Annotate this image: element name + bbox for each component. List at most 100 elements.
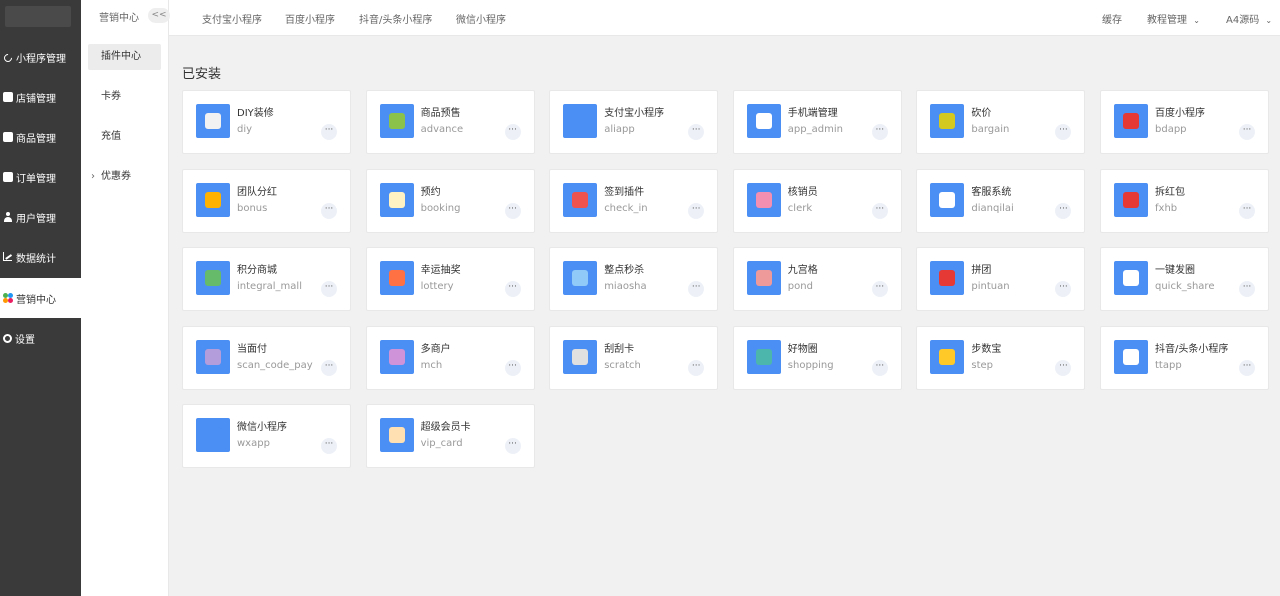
plugin-card-step[interactable]: 步数宝 step ··· [916,325,1086,390]
plugin-card-miaosha[interactable]: 整点秒杀 miaosha ··· [549,247,719,311]
tab-douyin[interactable]: 抖音/头条小程序 [359,11,432,26]
plugin-code: advance [420,124,464,135]
plugin-card-diy[interactable]: DIY装修 diy ··· [182,90,351,154]
cache-link[interactable]: 缓存 [1102,11,1122,26]
plugin-name: 拆红包 [1155,186,1185,198]
plugin-card-vip-card[interactable]: 超级会员卡 vip_card ··· [365,404,535,468]
subnav-item-coupons[interactable]: › 优惠券 [88,164,161,190]
plugin-glyph-icon [205,113,221,129]
subnav-item-recharge[interactable]: 充值 [88,124,161,150]
plugin-card-integral-mall[interactable]: 积分商城 integral_mall ··· [182,247,351,311]
plugin-card-bargain[interactable]: 砍价 bargain ··· [916,90,1086,154]
plugin-card-aliapp[interactable]: 支付宝小程序 aliapp ··· [549,90,719,154]
subnav-title: 营销中心 [99,13,139,24]
plugin-card-clerk[interactable]: 核销员 clerk ··· [732,168,902,233]
more-options-button[interactable]: ··· [871,359,888,376]
plugin-card-scratch[interactable]: 刮刮卡 scratch ··· [549,325,719,390]
sidebar-item-label: 小程序管理 [16,53,66,65]
plugin-glyph-icon [572,191,589,208]
tab-wechat[interactable]: 微信小程序 [456,11,506,26]
plugin-code: pintuan [971,281,1010,292]
plugin-code: integral_mall [237,281,302,292]
plugin-card-pond[interactable]: 九宫格 pond ··· [732,247,902,311]
plugin-card-wxapp[interactable]: 微信小程序 wxapp ··· [182,404,351,468]
sidebar-item-statistics[interactable]: 数据统计 [0,237,81,277]
more-options-button[interactable]: ··· [504,281,521,297]
plugin-code: quick_share [1155,281,1215,292]
plugin-card-shopping[interactable]: 好物圈 shopping ··· [732,325,902,390]
more-options-button[interactable]: ··· [1055,359,1072,376]
more-options-button[interactable]: ··· [321,202,337,219]
plugin-card-bdapp[interactable]: 百度小程序 bdapp ··· [1100,90,1269,154]
sidebar-item-store[interactable]: 店铺管理 [0,77,81,117]
app-root: 小程序管理 店铺管理 商品管理 订单管理 用户管理 数据统计 营销中心 设置 营… [0,0,1280,596]
sidebar-item-users[interactable]: 用户管理 [0,197,81,237]
plugin-icon [930,261,965,295]
subnav-item-plugin-center[interactable]: 插件中心 [88,44,161,70]
subnav-item-label: 充值 [101,131,121,142]
plugin-icon [196,339,230,374]
plugin-card-advance[interactable]: 商品预售 advance ··· [365,90,535,154]
main-sidebar: 小程序管理 店铺管理 商品管理 订单管理 用户管理 数据统计 营销中心 设置 [0,0,81,596]
subnav-item-coupon-card[interactable]: 卡券 [88,84,161,110]
plugin-code: scan_code_pay [237,359,313,371]
plugin-card-app-admin[interactable]: 手机端管理 app_admin ··· [732,90,902,154]
sidebar-item-marketing[interactable]: 营销中心 [0,278,81,318]
sidebar-item-goods[interactable]: 商品管理 [0,117,81,157]
collapse-button[interactable]: << [148,8,170,23]
plugin-code: booking [420,202,461,214]
more-options-button[interactable]: ··· [321,438,337,454]
more-options-button[interactable]: ··· [321,124,337,140]
plugin-icon [1114,339,1148,374]
more-options-button[interactable]: ··· [688,359,705,376]
tab-alipay[interactable]: 支付宝小程序 [202,11,262,26]
plugin-card-lottery[interactable]: 幸运抽奖 lottery ··· [365,247,535,311]
sidebar-item-miniapp[interactable]: 小程序管理 [0,37,81,77]
more-options-button[interactable]: ··· [688,202,705,219]
plugin-name: 步数宝 [971,343,1002,355]
more-options-button[interactable]: ··· [871,124,888,140]
section-title: 已安装 [182,67,222,82]
sidebar-item-label: 订单管理 [16,173,56,185]
plugin-card-booking[interactable]: 预约 booking ··· [365,168,535,233]
more-options-button[interactable]: ··· [871,281,888,297]
tab-baidu[interactable]: 百度小程序 [285,11,335,26]
plugin-glyph-icon [939,191,956,208]
plugin-card-pintuan[interactable]: 拼团 pintuan ··· [916,247,1086,311]
plugin-card-mch[interactable]: 多商户 mch ··· [365,325,535,390]
sidebar-item-orders[interactable]: 订单管理 [0,157,81,197]
plugin-name: 刮刮卡 [604,343,635,355]
more-options-button[interactable]: ··· [504,202,521,219]
plugin-card-quick-share[interactable]: 一键发圈 quick_share ··· [1100,247,1269,311]
more-options-button[interactable]: ··· [504,438,521,454]
sidebar-item-label: 店铺管理 [16,93,56,105]
more-options-button[interactable]: ··· [321,359,337,376]
more-options-button[interactable]: ··· [1055,124,1072,140]
more-options-button[interactable]: ··· [504,359,521,376]
plugin-card-ttapp[interactable]: 抖音/头条小程序 ttapp ··· [1100,325,1269,390]
more-options-button[interactable]: ··· [1239,281,1255,297]
plugin-card-scan-code-pay[interactable]: 当面付 scan_code_pay ··· [182,325,351,390]
more-options-button[interactable]: ··· [1239,359,1255,376]
chevron-down-icon: ⌄ [1193,16,1200,25]
more-options-button[interactable]: ··· [688,281,705,297]
plugin-card-check-in[interactable]: 签到插件 check_in ··· [549,168,719,233]
more-options-button[interactable]: ··· [688,124,705,140]
plugin-card-bonus[interactable]: 团队分红 bonus ··· [182,168,351,233]
plugin-code: wxapp [237,438,270,449]
more-options-button[interactable]: ··· [871,202,888,219]
plugin-name: 客服系统 [971,186,1012,198]
more-options-button[interactable]: ··· [1055,281,1072,297]
user-menu[interactable]: A4源码 ⌄ [1226,11,1272,26]
more-options-button[interactable]: ··· [504,124,521,140]
more-options-button[interactable]: ··· [1055,202,1072,219]
plugin-glyph-icon [205,348,221,365]
tutorial-menu[interactable]: 教程管理 ⌄ [1147,11,1200,26]
more-options-button[interactable]: ··· [1239,124,1255,140]
sidebar-item-settings[interactable]: 设置 [0,318,81,358]
plugin-card-fxhb[interactable]: 拆红包 fxhb ··· [1100,168,1269,233]
more-options-button[interactable]: ··· [321,281,337,297]
more-options-button[interactable]: ··· [1239,202,1255,219]
plugin-card-dianqilai[interactable]: 客服系统 dianqilai ··· [916,168,1086,233]
plugin-name: 预约 [420,186,441,198]
